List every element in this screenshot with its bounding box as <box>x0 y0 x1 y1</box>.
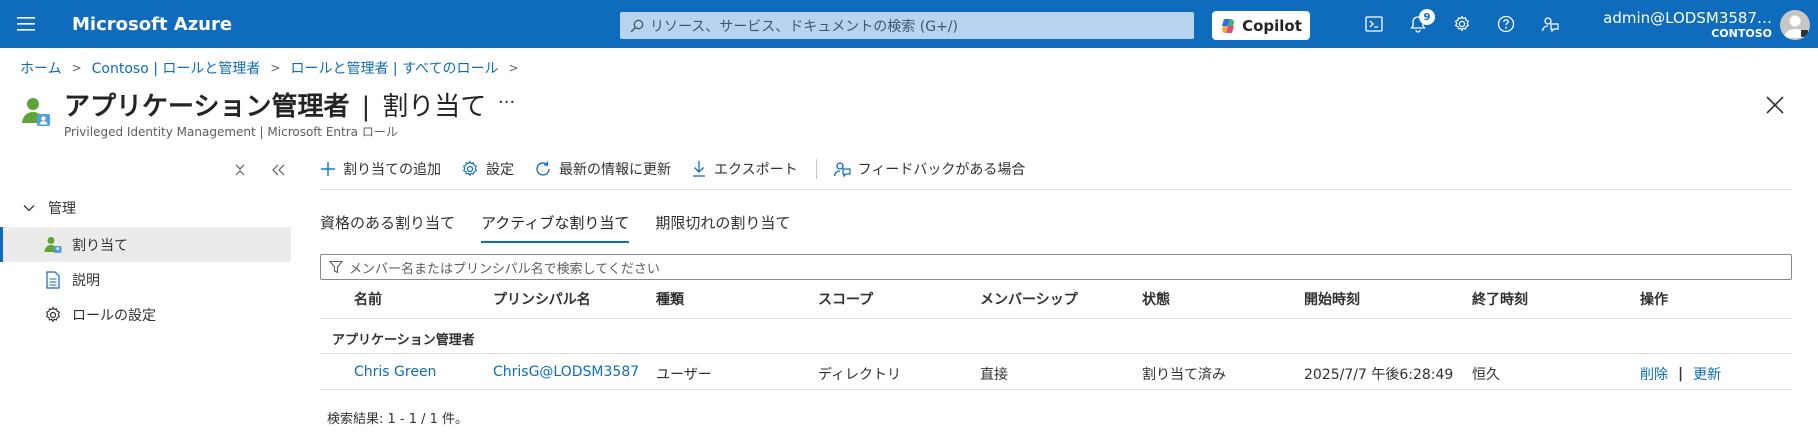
member-search-input[interactable]: メンバー名またはプリンシパル名で検索してください <box>320 254 1792 280</box>
chevron-right-icon: > <box>508 61 519 75</box>
cell-end-time: 恒久 <box>1472 367 1500 383</box>
sidebar-item-label: 説明 <box>72 272 100 289</box>
breadcrumb: ホーム > Contoso | ロールと管理者 > ロールと管理者 | すべての… <box>20 58 529 78</box>
column-header-end[interactable]: 終了時刻 <box>1472 287 1528 319</box>
refresh-label: 最新の情報に更新 <box>559 162 671 178</box>
feedback-icon[interactable] <box>1538 12 1562 36</box>
cell-type: ユーザー <box>656 367 712 383</box>
breadcrumb-contoso-roles[interactable]: Contoso | ロールと管理者 <box>92 58 261 78</box>
copilot-button[interactable]: Copilot <box>1212 11 1310 40</box>
table-group-row: アプリケーション管理者 <box>320 320 1792 354</box>
user-assignment-icon <box>44 236 62 254</box>
results-count: 検索結果: 1 - 1 / 1 件。 <box>327 412 469 427</box>
column-header-state[interactable]: 状態 <box>1142 287 1170 319</box>
more-options-button[interactable]: ··· <box>498 92 515 113</box>
settings-gear-icon[interactable] <box>1450 12 1474 36</box>
copilot-label: Copilot <box>1242 16 1302 35</box>
tab-active[interactable]: アクティブな割り当て <box>481 212 630 243</box>
export-button[interactable]: エクスポート <box>691 159 798 179</box>
avatar[interactable] <box>1780 10 1810 40</box>
cell-start-time: 2025/7/7 午後6:28:49 <box>1304 367 1454 383</box>
brand-title[interactable]: Microsoft Azure <box>72 14 232 35</box>
column-header-name[interactable]: 名前 <box>354 287 382 319</box>
breadcrumb-all-roles[interactable]: ロールと管理者 | すべてのロール <box>290 58 498 78</box>
global-search-input[interactable]: リソース、サービス、ドキュメントの検索 (G+/) <box>620 12 1194 39</box>
chevron-right-icon: > <box>270 61 281 75</box>
account-menu[interactable]: admin@LODSM3587… CONTOSO <box>1603 9 1772 41</box>
tab-expired[interactable]: 期限切れの割り当て <box>655 212 790 243</box>
cell-membership: 直接 <box>980 367 1008 383</box>
sidebar-item-role-settings[interactable]: ロールの設定 <box>0 297 291 332</box>
refresh-button[interactable]: 最新の情報に更新 <box>534 159 671 179</box>
chevron-down-icon <box>22 201 36 215</box>
help-icon[interactable] <box>1494 12 1518 36</box>
column-header-start[interactable]: 開始時刻 <box>1304 287 1360 319</box>
sidebar-item-label: 割り当て <box>72 237 128 254</box>
collapse-groups-icon[interactable] <box>233 160 247 180</box>
settings-button[interactable]: 設定 <box>461 159 514 179</box>
copilot-icon <box>1220 18 1236 34</box>
document-icon <box>44 270 62 289</box>
add-assignment-label: 割り当ての追加 <box>343 162 441 178</box>
menu-icon[interactable] <box>0 0 52 48</box>
sidebar-group-label: 管理 <box>48 201 76 217</box>
account-user: admin@LODSM3587… <box>1603 9 1772 27</box>
breadcrumb-home[interactable]: ホーム <box>20 58 62 78</box>
refresh-icon <box>534 160 552 178</box>
sidebar-item-assignments[interactable]: 割り当て <box>0 227 291 262</box>
feedback-icon <box>833 160 851 178</box>
feedback-button[interactable]: フィードバックがある場合 <box>833 159 1026 179</box>
column-header-membership[interactable]: メンバーシップ <box>980 287 1078 319</box>
page-title-separator: | <box>361 92 371 122</box>
group-label: アプリケーション管理者 <box>332 333 475 348</box>
sidebar-group-manage[interactable]: 管理 <box>22 198 76 218</box>
column-header-actions: 操作 <box>1640 292 1668 308</box>
collapse-sidebar-icon[interactable] <box>270 160 286 180</box>
member-name-link[interactable]: Chris Green <box>354 364 436 380</box>
add-assignment-button[interactable]: 割り当ての追加 <box>320 159 441 179</box>
download-icon <box>691 160 707 178</box>
action-separator: | <box>1678 366 1684 382</box>
table-header: 名前 プリンシパル名 種類 スコープ メンバーシップ 状態 開始時刻 終了時刻 … <box>320 287 1792 319</box>
export-label: エクスポート <box>714 162 798 178</box>
column-header-scope[interactable]: スコープ <box>818 287 873 319</box>
row-actions: 削除 | 更新 <box>1640 364 1721 384</box>
sidebar-item-label: ロールの設定 <box>72 307 156 324</box>
table-row: Chris Green ChrisG@LODSM3587 ユーザー ディレクトリ… <box>320 355 1792 390</box>
filter-icon <box>329 260 343 274</box>
member-search-placeholder: メンバー名またはプリンシパル名で検索してください <box>349 261 660 277</box>
top-bar: Microsoft Azure リソース、サービス、ドキュメントの検索 (G+/… <box>0 0 1818 48</box>
cell-scope: ディレクトリ <box>818 367 902 383</box>
close-icon[interactable] <box>1764 94 1786 116</box>
sidebar-item-description[interactable]: 説明 <box>0 262 291 297</box>
plus-icon <box>320 161 336 177</box>
account-tenant: CONTOSO <box>1711 27 1772 40</box>
principal-name-link[interactable]: ChrisG@LODSM3587 <box>493 364 647 380</box>
settings-label: 設定 <box>486 162 514 178</box>
gear-icon <box>461 160 479 178</box>
cell-state: 割り当て済み <box>1142 367 1226 383</box>
notifications-icon[interactable]: 9 <box>1406 9 1435 36</box>
tab-eligible[interactable]: 資格のある割り当て <box>320 212 455 243</box>
update-link[interactable]: 更新 <box>1693 364 1721 384</box>
role-assignment-icon <box>20 96 52 128</box>
page-title-role: アプリケーション管理者 <box>64 92 350 122</box>
chevron-right-icon: > <box>71 61 82 75</box>
notification-count-badge: 9 <box>1419 9 1435 25</box>
remove-link[interactable]: 削除 <box>1640 364 1668 384</box>
command-bar: 割り当ての追加 設定 最新の情報に更新 エクスポート フィードバックがある場合 <box>320 157 1045 181</box>
column-header-principal[interactable]: プリンシパル名 <box>493 287 591 319</box>
page-title-suffix: 割り当て <box>382 92 487 122</box>
gear-icon <box>44 305 62 324</box>
feedback-label: フィードバックがある場合 <box>857 162 1026 178</box>
page-subtitle: Privileged Identity Management | Microso… <box>64 125 398 139</box>
cloud-shell-icon[interactable] <box>1362 12 1386 36</box>
search-icon <box>630 19 644 33</box>
column-header-type[interactable]: 種類 <box>656 287 684 319</box>
divider <box>320 189 1792 190</box>
assignment-tabs: 資格のある割り当て アクティブな割り当て 期限切れの割り当て <box>320 212 816 243</box>
search-placeholder: リソース、サービス、ドキュメントの検索 (G+/) <box>650 18 958 35</box>
command-divider <box>815 159 817 179</box>
page-title: アプリケーション管理者 | 割り当て <box>64 86 486 123</box>
